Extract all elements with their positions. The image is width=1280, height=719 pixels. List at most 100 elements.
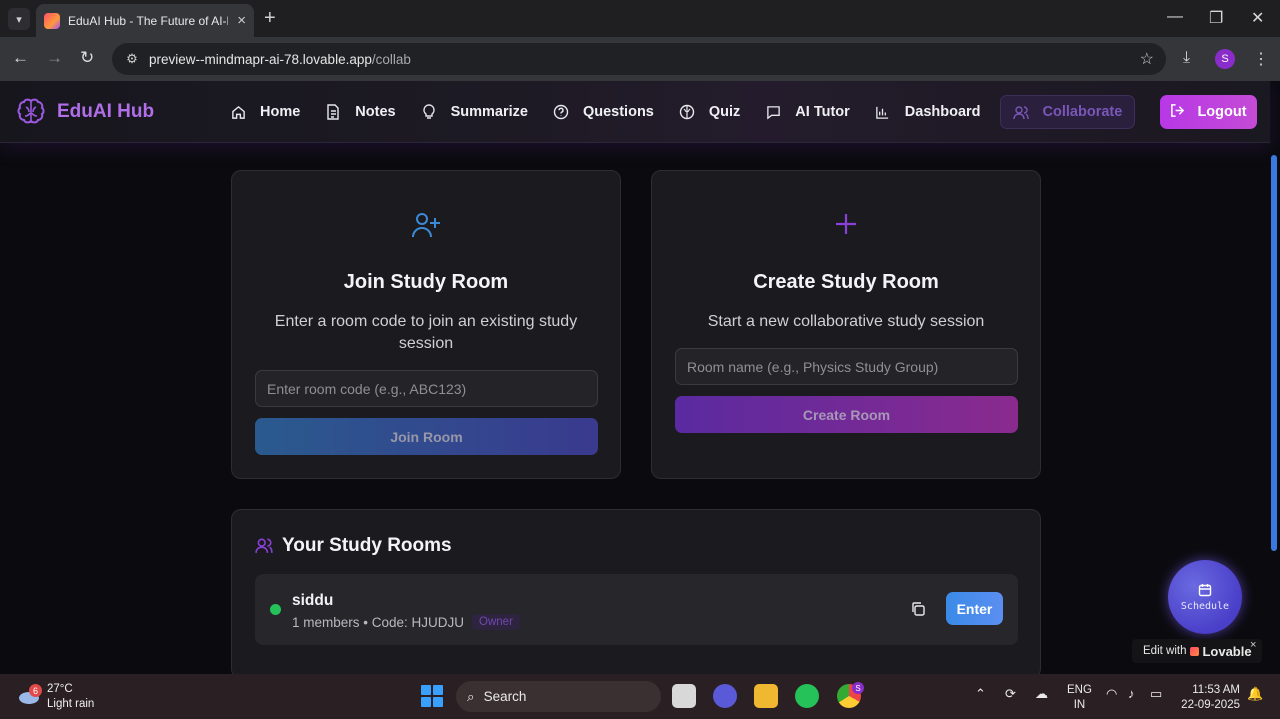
lightbulb-icon	[421, 104, 437, 120]
minimize-icon[interactable]: —	[1167, 8, 1183, 26]
file-explorer-icon[interactable]	[754, 684, 778, 708]
users-icon	[1012, 104, 1029, 120]
room-meta: 1 members • Code: HJUDJU Owner	[292, 614, 520, 630]
lovable-brand: Lovable	[1202, 643, 1252, 659]
browser-tab-bar: ▾ EduAI Hub - The Future of AI-P × + — ❐…	[0, 0, 1280, 37]
room-code-input[interactable]	[255, 370, 598, 407]
tab-title: EduAI Hub - The Future of AI-P	[68, 13, 228, 28]
lovable-logo-icon	[1190, 646, 1200, 656]
main-nav: Home Notes Summarize Questions Quiz AI T…	[222, 95, 1144, 129]
nav-summarize[interactable]: Summarize	[413, 95, 536, 129]
logout-button[interactable]: Logout	[1160, 95, 1257, 129]
site-settings-icon[interactable]: ⚙	[123, 50, 141, 68]
copy-icon[interactable]	[910, 601, 926, 622]
app-navbar: EduAI Hub Home Notes Summarize Questions…	[0, 81, 1270, 143]
whatsapp-icon[interactable]	[795, 684, 819, 708]
users-icon	[255, 537, 273, 559]
create-room-desc: Start a new collaborative study session	[707, 313, 985, 330]
nav-collaborate-label: Collaborate	[1042, 104, 1123, 120]
edit-with-lovable-badge[interactable]: Edit with Lovable	[1132, 639, 1262, 663]
system-clock[interactable]: 11:53 AM 22-09-2025	[1180, 683, 1240, 713]
weather-text: 27°C Light rain	[47, 682, 94, 712]
nav-questions[interactable]: Questions	[545, 95, 662, 129]
online-status-dot	[270, 604, 281, 615]
lovable-prefix: Edit with	[1143, 645, 1187, 657]
room-name: siddu	[292, 592, 334, 609]
join-room-card: Join Study Room Enter a room code to joi…	[231, 170, 621, 479]
brand[interactable]: EduAI Hub	[16, 97, 154, 127]
close-tab-icon[interactable]: ×	[237, 12, 246, 29]
nav-notes[interactable]: Notes	[317, 95, 403, 129]
forward-icon[interactable]: →	[46, 48, 63, 68]
weather-widget[interactable]: 6 27°C Light rain	[17, 682, 94, 712]
nav-dashboard[interactable]: Dashboard	[867, 95, 989, 129]
scrollbar[interactable]	[1271, 155, 1277, 551]
user-plus-icon	[411, 211, 441, 244]
close-window-icon[interactable]: ✕	[1251, 8, 1264, 28]
close-lovable-badge-icon[interactable]: ×	[1250, 639, 1256, 651]
brain-icon	[679, 104, 695, 120]
onedrive-icon[interactable]: ☁	[1035, 686, 1048, 702]
study-rooms-card: Your Study Rooms siddu 1 members • Code:…	[231, 509, 1041, 674]
sync-icon[interactable]: ⟳	[1005, 686, 1016, 702]
bookmark-star-icon[interactable]: ☆	[1140, 49, 1154, 69]
search-icon: ⌕	[467, 688, 475, 704]
task-view-icon[interactable]	[672, 684, 696, 708]
calendar-icon	[1198, 583, 1212, 596]
bar-chart-icon	[875, 104, 891, 120]
nav-summarize-label: Summarize	[450, 104, 528, 120]
windows-start-icon[interactable]	[421, 685, 443, 707]
nav-ai-tutor[interactable]: AI Tutor	[757, 95, 858, 129]
lovable-favicon-icon	[44, 12, 60, 29]
wifi-icon[interactable]: ◠	[1106, 686, 1117, 702]
notification-bell-icon[interactable]: 🔔	[1247, 686, 1263, 702]
profile-avatar[interactable]: S	[1215, 49, 1235, 69]
message-icon	[765, 104, 781, 120]
browser-tab[interactable]: EduAI Hub - The Future of AI-P ×	[36, 4, 254, 37]
download-icon[interactable]: ⤓	[1183, 49, 1190, 67]
tray-chevron-icon[interactable]: ⌃	[975, 686, 986, 702]
maximize-icon[interactable]: ❐	[1209, 8, 1223, 28]
enter-room-button[interactable]: Enter	[946, 592, 1003, 625]
weather-badge: 6	[29, 684, 42, 697]
home-icon	[230, 104, 246, 120]
taskbar-search-label: Search	[483, 689, 527, 704]
rain-cloud-icon: 6	[17, 684, 42, 706]
room-members-code: 1 members • Code: HJUDJU	[292, 614, 465, 630]
nav-home[interactable]: Home	[222, 95, 308, 129]
help-circle-icon	[553, 104, 569, 120]
join-room-title: Join Study Room	[343, 271, 509, 293]
menu-dots-icon[interactable]: ⋮	[1253, 49, 1269, 69]
language-indicator[interactable]: ENG IN	[1067, 683, 1092, 713]
brand-name: EduAI Hub	[57, 101, 155, 122]
file-icon	[325, 104, 341, 120]
create-room-button[interactable]: Create Room	[675, 396, 1018, 433]
taskbar-search[interactable]: ⌕ Search	[456, 681, 661, 712]
address-bar[interactable]: ⚙ preview--mindmapr-ai-78.lovable.app/co…	[112, 43, 1166, 75]
new-tab-icon[interactable]: +	[264, 8, 276, 28]
browser-toolbar: ← → ↻ ⚙ preview--mindmapr-ai-78.lovable.…	[0, 37, 1280, 81]
join-room-desc: Enter a room code to join an existing st…	[274, 313, 578, 352]
battery-icon[interactable]: ▭	[1150, 686, 1162, 702]
brain-logo-icon	[17, 98, 45, 124]
logout-icon	[1170, 103, 1185, 122]
reload-icon[interactable]: ↻	[80, 48, 94, 68]
weather-condition: Light rain	[47, 698, 95, 710]
nav-collaborate[interactable]: Collaborate	[999, 95, 1136, 129]
logout-label: Logout	[1197, 104, 1247, 120]
teams-meet-icon[interactable]	[713, 684, 737, 708]
schedule-button[interactable]: Schedule	[1168, 560, 1242, 634]
volume-icon[interactable]: ♪	[1128, 686, 1135, 701]
join-room-button[interactable]: Join Room	[255, 418, 598, 455]
tab-search-icon[interactable]: ▾	[8, 8, 30, 30]
lang-code: ENG	[1067, 684, 1092, 696]
owner-badge: Owner	[472, 614, 520, 630]
back-icon[interactable]: ←	[12, 48, 29, 68]
url-path: /collab	[371, 51, 411, 67]
create-room-card: Create Study Room Start a new collaborat…	[651, 170, 1041, 479]
schedule-label: Schedule	[1180, 600, 1230, 612]
room-name-input[interactable]	[675, 348, 1018, 385]
nav-questions-label: Questions	[582, 104, 654, 120]
clock-date: 22-09-2025	[1181, 699, 1240, 711]
nav-quiz[interactable]: Quiz	[671, 95, 748, 129]
